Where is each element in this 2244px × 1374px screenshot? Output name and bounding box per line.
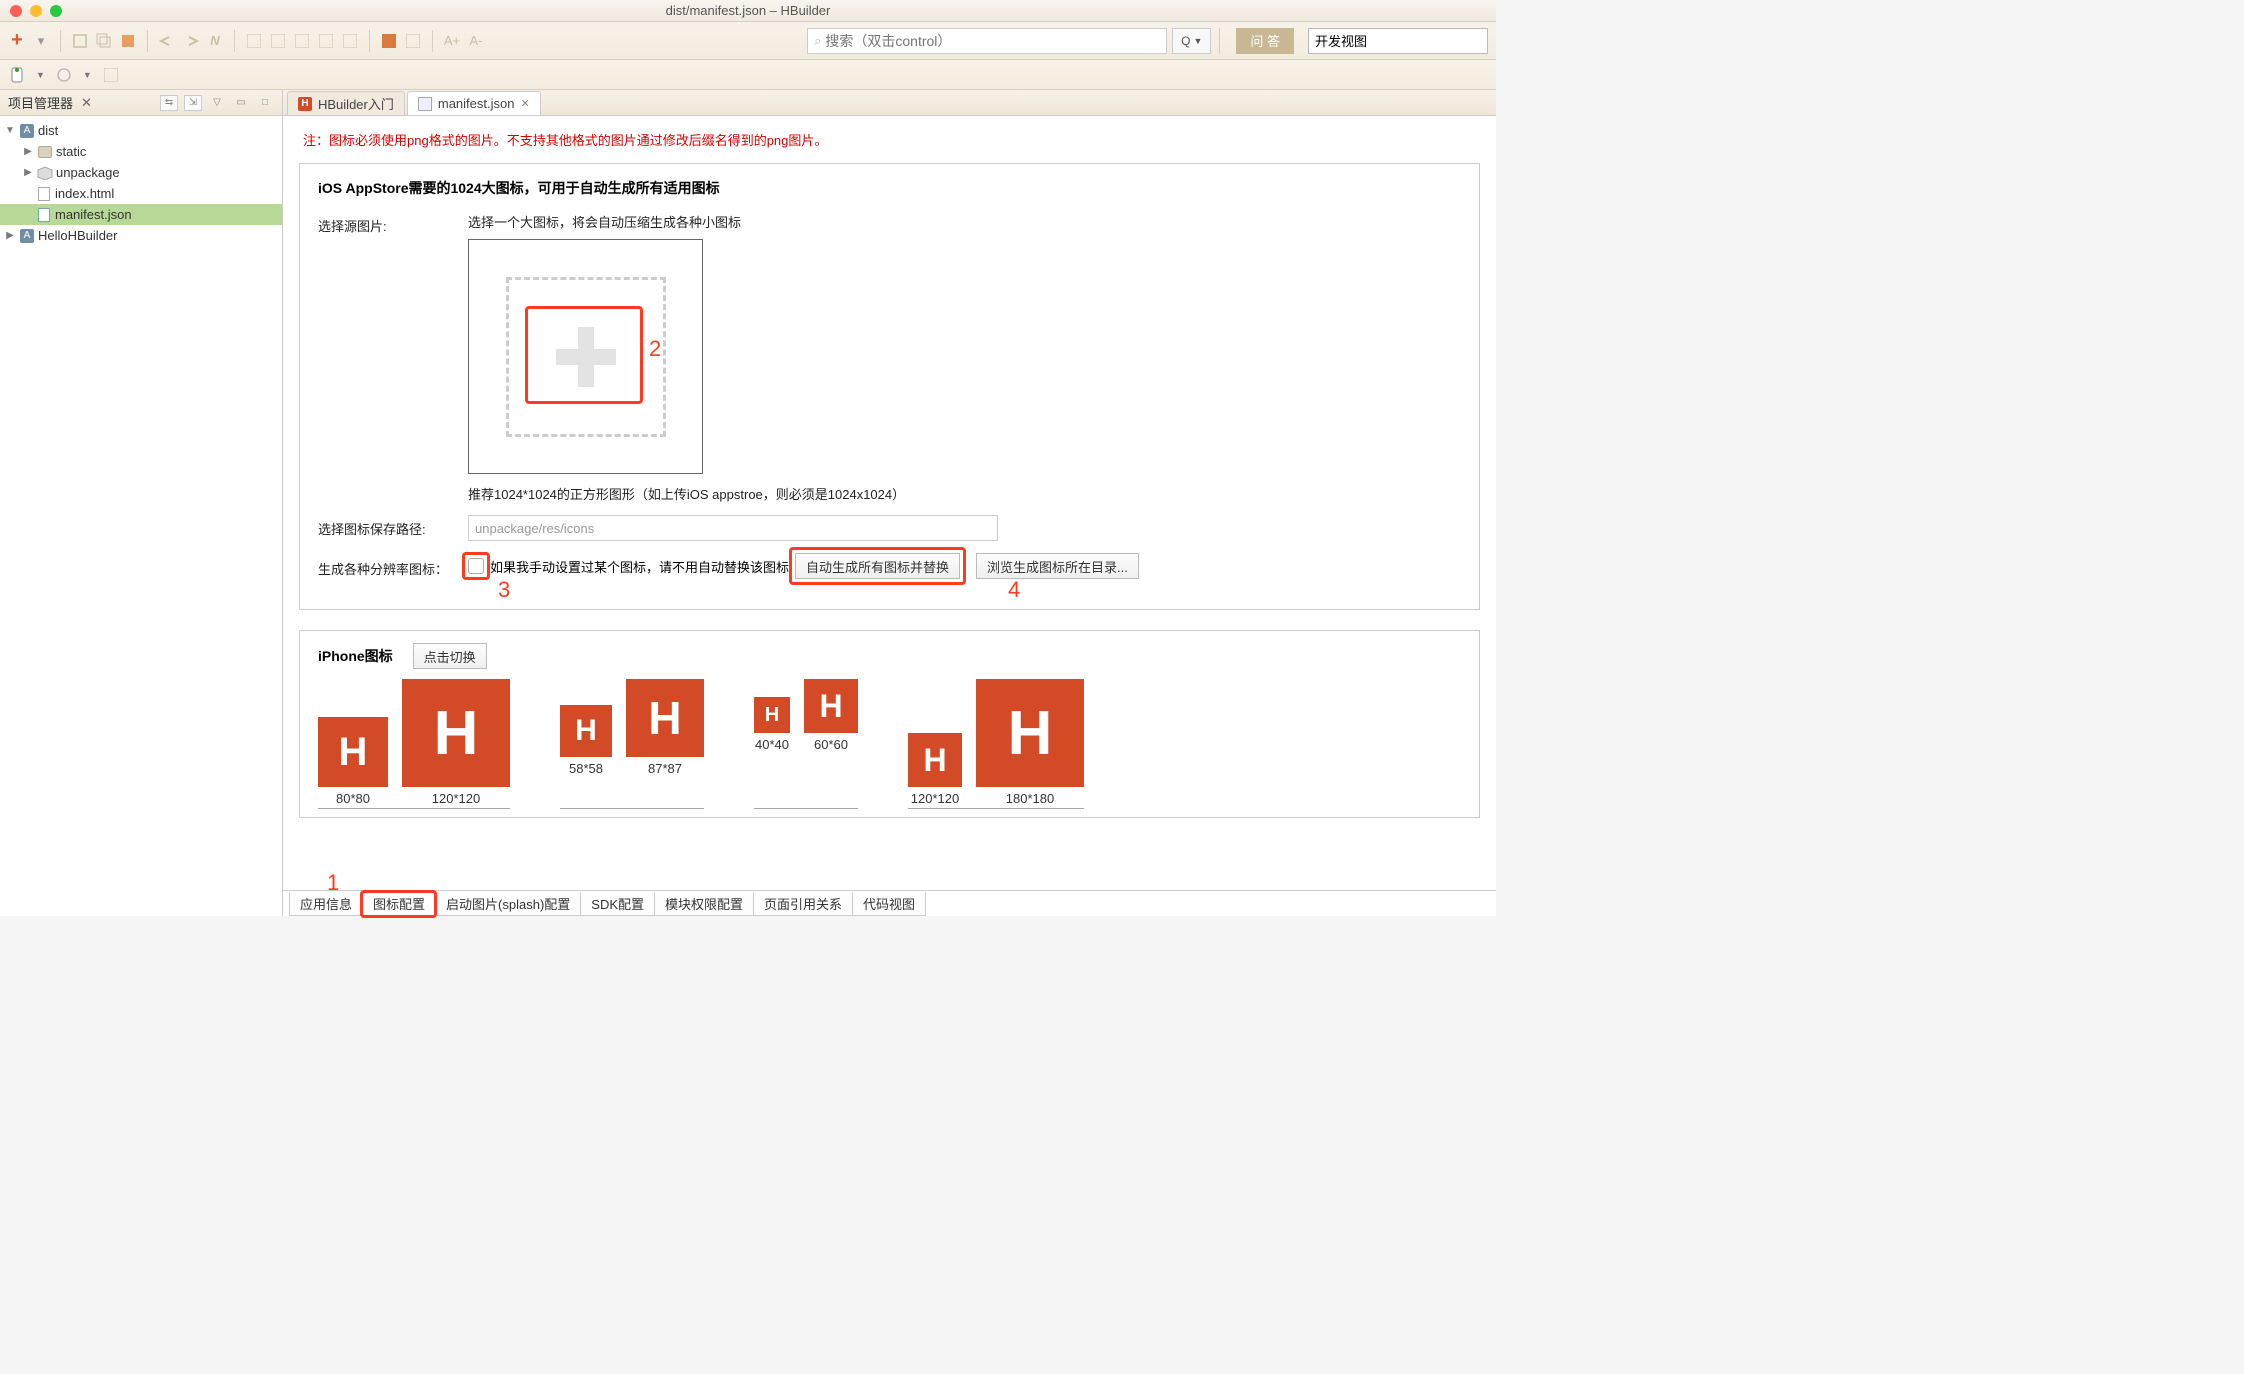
toolbar-icon-9[interactable] (293, 32, 311, 50)
app-icon-120b[interactable]: H (908, 733, 962, 787)
toolbar-icon-8[interactable] (269, 32, 287, 50)
project-explorer-title: 项目管理器 (8, 93, 73, 112)
no-replace-checkbox[interactable] (468, 558, 484, 574)
tree-item-hellohbuilder[interactable]: ▶A HelloHBuilder (0, 225, 282, 246)
generate-label: 生成各种分辨率图标： (318, 555, 468, 578)
qa-button[interactable]: 问 答 (1236, 28, 1294, 54)
source-image-label: 选择源图片: (318, 212, 468, 235)
maximize-view-icon[interactable]: □ (256, 95, 274, 111)
size-hint: 推荐1024*1024的正方形图形（如上传iOS appstroe，则必须是10… (468, 484, 1461, 503)
tab-hbuilder-intro[interactable]: H HBuilder入门 (287, 91, 405, 115)
toolbar-icon-3[interactable] (119, 32, 137, 50)
app-icon-58[interactable]: H (560, 705, 612, 757)
tree-item-manifest[interactable]: manifest.json (0, 204, 282, 225)
project-explorer: 项目管理器 ✕ ⇆ ⇲ ▽ ▭ □ ▼A dist ▶ static ▶ unp… (0, 90, 283, 916)
app-icon-87[interactable]: H (626, 679, 704, 757)
toolbar-icon-7[interactable] (245, 32, 263, 50)
collapse-icon[interactable]: ⇲ (184, 95, 202, 111)
tree-item-unpackage[interactable]: ▶ unpackage (0, 162, 282, 183)
annotation-2: 2 (649, 336, 661, 362)
dropdown-icon[interactable]: ▾ (32, 32, 50, 50)
annotation-4: 4 (1008, 577, 1020, 603)
perspective-selector[interactable]: 开发视图 (1308, 28, 1488, 54)
search-icon: ⌕ (814, 33, 821, 49)
panel-title: iOS AppStore需要的1024大图标，可用于自动生成所有适用图标 (318, 178, 1461, 198)
run-icon[interactable] (380, 32, 398, 50)
redo-icon[interactable] (182, 32, 200, 50)
auto-generate-button[interactable]: 自动生成所有图标并替换 (795, 553, 960, 579)
app-icon-40[interactable]: H (754, 697, 790, 733)
link-editor-icon[interactable]: ⇆ (160, 95, 178, 111)
btab-module-perm[interactable]: 模块权限配置 (654, 892, 754, 916)
btab-app-info[interactable]: 应用信息 (289, 892, 363, 916)
toolbar2-icon-3[interactable] (102, 66, 120, 84)
project-explorer-header: 项目管理器 ✕ ⇆ ⇲ ▽ ▭ □ (0, 90, 282, 116)
iphone-icons-title: iPhone图标 (318, 646, 393, 666)
dropdown-icon[interactable]: ▼ (83, 70, 92, 80)
icon-group-2: H H 58*5887*87 (560, 679, 704, 809)
window-titlebar: dist/manifest.json – HBuilder (0, 0, 1496, 22)
toolbar-icon-11[interactable] (341, 32, 359, 50)
annotation-1: 1 (327, 870, 339, 896)
app-icon-80[interactable]: H (318, 717, 388, 787)
manifest-bottom-tabs: 1 应用信息 图标配置 启动图片(splash)配置 SDK配置 模块权限配置 … (283, 890, 1496, 916)
iphone-icons-panel: iPhone图标 点击切换 H H 80*80120*120 H (299, 630, 1480, 818)
toolbar-icon-13[interactable] (404, 32, 422, 50)
source-image-hint: 选择一个大图标，将会自动压缩生成各种小图标 (468, 212, 1461, 231)
globe-icon[interactable] (55, 66, 73, 84)
annotation-3: 3 (498, 577, 510, 603)
tree-item-dist[interactable]: ▼A dist (0, 120, 282, 141)
save-path-input[interactable] (468, 515, 998, 541)
btab-sdk-config[interactable]: SDK配置 (580, 892, 655, 916)
browse-output-button[interactable]: 浏览生成图标所在目录... (976, 553, 1139, 579)
search-box[interactable]: ⌕ (807, 28, 1167, 54)
btab-code-view[interactable]: 代码视图 (852, 892, 926, 916)
app-icon-180[interactable]: H (976, 679, 1084, 787)
window-title: dist/manifest.json – HBuilder (0, 3, 1496, 18)
tree-item-static[interactable]: ▶ static (0, 141, 282, 162)
toolbar-icon-6[interactable]: N (206, 32, 224, 50)
close-view-icon[interactable]: ✕ (81, 95, 92, 111)
icon-source-panel: iOS AppStore需要的1024大图标，可用于自动生成所有适用图标 选择源… (299, 163, 1480, 610)
plus-icon (556, 327, 616, 387)
main-toolbar: + ▾ N A+ A- ⌕ Q ▼ 问 答 开发视图 (0, 22, 1496, 60)
tab-manifest[interactable]: manifest.json ✕ (407, 91, 541, 115)
no-replace-label: 如果我手动设置过某个图标，请不用自动替换该图标 (490, 557, 789, 576)
icon-group-4: H H 120*120180*180 (908, 679, 1084, 809)
undo-icon[interactable] (158, 32, 176, 50)
icon-group-1: H H 80*80120*120 (318, 679, 510, 809)
save-all-icon[interactable] (95, 32, 113, 50)
search-scope-button[interactable]: Q ▼ (1172, 28, 1211, 54)
font-inc-icon[interactable]: A+ (443, 32, 461, 50)
switch-button[interactable]: 点击切换 (413, 643, 487, 669)
icon-dropzone[interactable]: 2 (468, 239, 703, 474)
new-icon[interactable]: + (8, 32, 26, 50)
font-dec-icon[interactable]: A- (467, 32, 485, 50)
run-device-icon[interactable] (8, 66, 26, 84)
json-file-icon (418, 97, 432, 111)
save-path-label: 选择图标保存路径: (318, 515, 468, 538)
btab-page-refs[interactable]: 页面引用关系 (753, 892, 853, 916)
toolbar-icon-10[interactable] (317, 32, 335, 50)
warning-text: 注：图标必须使用png格式的图片。不支持其他格式的图片通过修改后缀名得到的png… (303, 130, 1480, 149)
search-input[interactable] (825, 33, 1160, 49)
secondary-toolbar: ▼ ▼ (0, 60, 1496, 90)
hbuilder-icon: H (298, 97, 312, 111)
view-menu-icon[interactable]: ▽ (208, 95, 226, 111)
app-icon-60[interactable]: H (804, 679, 858, 733)
btab-icon-config[interactable]: 图标配置 (362, 892, 436, 916)
close-tab-icon[interactable]: ✕ (520, 97, 529, 110)
save-icon[interactable] (71, 32, 89, 50)
app-icon-120a[interactable]: H (402, 679, 510, 787)
icon-group-3: H H 40*4060*60 (754, 679, 858, 809)
tree-item-index[interactable]: index.html (0, 183, 282, 204)
btab-splash-config[interactable]: 启动图片(splash)配置 (435, 892, 581, 916)
project-tree: ▼A dist ▶ static ▶ unpackage index.html … (0, 116, 282, 250)
minimize-view-icon[interactable]: ▭ (232, 95, 250, 111)
dropdown-icon[interactable]: ▼ (36, 70, 45, 80)
editor-area: H HBuilder入门 manifest.json ✕ 注：图标必须使用png… (283, 90, 1496, 916)
editor-tabs: H HBuilder入门 manifest.json ✕ (283, 90, 1496, 116)
